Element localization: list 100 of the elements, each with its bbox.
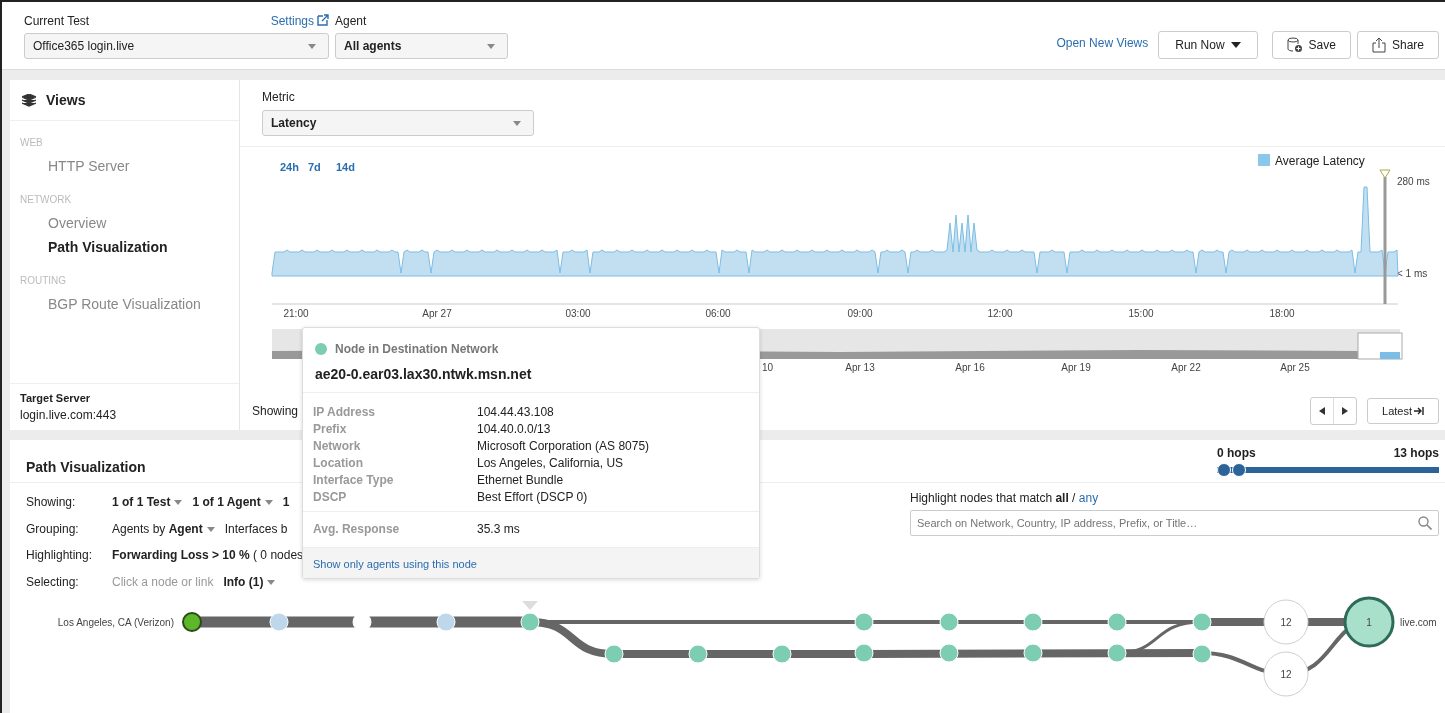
slider-thumb[interactable] <box>1217 462 1231 477</box>
hops-min-label: 0 hops <box>1217 445 1256 460</box>
hop-node[interactable] <box>939 612 959 632</box>
section-heading: WEB <box>20 137 44 148</box>
field-value: Best Effort (DSCP 0) <box>477 489 588 504</box>
share-button[interactable]: Share <box>1356 31 1439 59</box>
hops-max-label: 13 hops <box>1393 445 1439 460</box>
filter-dropdown[interactable]: 1 of 1 Test <box>112 495 183 510</box>
time-range-link[interactable]: 7d <box>308 161 321 173</box>
hop-node[interactable] <box>604 644 624 664</box>
right-caret-icon <box>1342 407 1349 415</box>
control-label: Grouping: <box>26 521 80 536</box>
hop-node[interactable] <box>854 643 874 663</box>
highlight-label: Highlight nodes that match all / <box>910 491 1077 505</box>
source-label: Los Angeles, CA (Verizon) <box>57 617 174 628</box>
search-icon <box>1418 516 1432 530</box>
filter-dropdown[interactable]: Agents by Agent <box>112 521 215 536</box>
field-label: Location <box>313 455 364 470</box>
axis-label: 06:00 <box>705 308 731 319</box>
hop-node[interactable] <box>1107 643 1127 663</box>
filter-dropdown[interactable]: Info (1) <box>223 574 276 589</box>
database-add-icon <box>1286 37 1303 53</box>
field-value: 104.44.43.108 <box>477 404 554 419</box>
section-heading: ROUTING <box>20 275 68 286</box>
field-label: Network <box>313 438 362 453</box>
grouped-node[interactable]: 12 <box>1263 599 1309 645</box>
hint-text: Click a node or link <box>112 574 214 589</box>
caret-icon <box>264 500 273 506</box>
current-test-label: Current Test <box>24 14 90 28</box>
left-caret-icon <box>1319 407 1326 415</box>
metric-label: Metric <box>262 90 295 104</box>
test-dropdown[interactable]: Office365 login.live <box>24 33 329 59</box>
field-value: Los Angeles, California, US <box>477 455 624 470</box>
destination-label: live.com <box>1400 617 1437 628</box>
axis-label: Apr 19 <box>1061 362 1091 373</box>
field-value: 35.3 ms <box>477 521 520 536</box>
axis-label: 21:00 <box>283 308 309 319</box>
axis-label: 12:00 <box>987 308 1013 319</box>
field-label: Avg. Response <box>313 521 401 536</box>
share-icon <box>1371 37 1386 53</box>
save-button[interactable]: Save <box>1271 31 1351 59</box>
run-now-button[interactable]: Run Now <box>1158 31 1258 59</box>
filter-text[interactable]: 1 <box>282 495 290 510</box>
settings-link[interactable]: Settings <box>270 14 329 28</box>
hop-node[interactable] <box>1192 644 1212 664</box>
axis-label: 280 ms <box>1397 176 1430 187</box>
axis-label: Apr 25 <box>1280 362 1310 373</box>
hop-node[interactable] <box>520 612 540 632</box>
hop-node[interactable] <box>1023 612 1043 632</box>
node-hostname: ae20-0.ear03.lax30.ntwk.msn.net <box>315 366 533 382</box>
prev-next-buttons[interactable] <box>1310 397 1358 425</box>
hop-node[interactable] <box>688 644 708 664</box>
legend-label: Average Latency <box>1275 154 1365 168</box>
latest-button[interactable]: Latest <box>1367 398 1439 424</box>
grouped-node[interactable]: 12 <box>1263 651 1309 697</box>
caret-icon <box>174 500 183 506</box>
control-label: Showing: <box>26 495 77 510</box>
field-value: Microsoft Corporation (AS 8075) <box>477 438 650 453</box>
hop-node[interactable] <box>854 612 874 632</box>
filter-text[interactable]: Forwarding Loss > 10 % ( 0 nodes <box>112 548 304 563</box>
hop-node[interactable] <box>1107 612 1127 632</box>
hop-node[interactable] <box>1023 643 1043 663</box>
sidebar-item[interactable]: HTTP Server <box>20 154 239 178</box>
agent-node[interactable] <box>182 612 202 632</box>
search-field[interactable]: Search on Network, Country, IP address, Prefix, or Title… <box>910 510 1439 536</box>
external-link-icon <box>317 14 329 26</box>
legend-swatch <box>1258 154 1270 166</box>
caret-icon <box>267 579 276 585</box>
sidebar-item[interactable]: Overview <box>20 211 239 235</box>
open-new-views-link[interactable]: Open New Views <box>1056 35 1149 50</box>
show-agents-link[interactable]: Show only agents using this node <box>313 558 477 570</box>
control-label: Highlighting: <box>26 548 94 563</box>
sidebar-item[interactable]: Path Visualization <box>20 235 239 259</box>
slider-thumb[interactable] <box>1231 462 1246 477</box>
axis-label: Apr 22 <box>1171 362 1201 373</box>
agent-dropdown[interactable]: All agents <box>335 33 508 59</box>
jump-to-end-icon <box>1414 407 1424 415</box>
hop-node[interactable] <box>1192 612 1212 632</box>
caret-icon <box>487 44 495 49</box>
path-visualization-title: Path Visualization <box>26 459 146 475</box>
destination-node[interactable]: 1 <box>1343 596 1395 648</box>
caret-icon <box>1230 42 1241 48</box>
overview-window[interactable] <box>1357 332 1403 360</box>
field-label: Prefix <box>313 421 348 436</box>
axis-label: 03:00 <box>565 308 591 319</box>
caret-icon <box>513 121 521 126</box>
filter-dropdown[interactable]: 1 of 1 Agent <box>192 495 273 510</box>
metric-dropdown[interactable]: Latency <box>262 110 534 136</box>
axis-label: 09:00 <box>847 308 873 319</box>
section-heading: NETWORK <box>20 194 73 205</box>
time-range-link[interactable]: 14d <box>336 161 355 173</box>
sidebar-item[interactable]: BGP Route Visualization <box>20 292 239 316</box>
hop-node[interactable] <box>269 612 289 632</box>
time-range-link[interactable]: 24h <box>280 161 299 173</box>
hop-node[interactable] <box>939 643 959 663</box>
hop-node[interactable] <box>772 644 792 664</box>
filter-text[interactable]: Interfaces b <box>224 521 288 536</box>
time-marker[interactable] <box>1379 169 1391 304</box>
hop-node[interactable] <box>436 612 456 632</box>
any-link[interactable]: any <box>1078 491 1099 505</box>
